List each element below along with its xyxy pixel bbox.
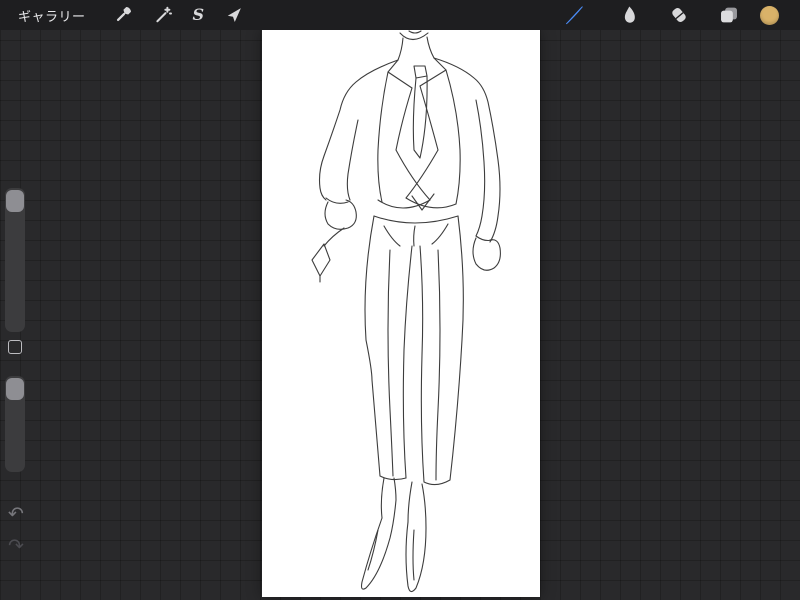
actions-button[interactable] [104,0,142,30]
suit-figure-sketch [311,30,501,593]
adjustments-button[interactable] [144,0,182,30]
brush-icon [566,6,583,25]
wrench-icon [116,6,131,22]
smudge-icon [624,6,635,23]
paint-tool-button[interactable] [553,0,595,30]
erase-tool-button[interactable] [659,0,699,30]
top-toolbar: ギャラリー S [0,0,800,30]
color-button[interactable] [751,0,788,30]
opacity-slider[interactable] [5,376,25,472]
undo-button[interactable]: ↶ [4,505,28,524]
redo-button[interactable]: ↷ [4,537,28,556]
transform-arrow-icon [227,8,241,22]
color-swatch [760,5,779,25]
smudge-tool-button[interactable] [609,0,649,30]
selection-s-icon: S [192,5,205,24]
brush-size-slider[interactable] [5,188,25,332]
toolbar-right-group [553,0,800,30]
selection-button[interactable]: S [184,0,214,30]
layers-button[interactable] [709,0,749,30]
layers-icon [721,7,737,23]
toolbar-left-group: ギャラリー S [0,0,253,30]
eraser-icon [672,7,686,23]
transform-button[interactable] [215,0,253,30]
procreate-app: ギャラリー S ↶ ↷ [0,0,800,600]
modify-button[interactable] [8,340,22,354]
opacity-slider-handle[interactable] [6,378,24,400]
drawing-canvas[interactable] [262,30,540,597]
gallery-button[interactable]: ギャラリー [14,0,104,30]
magic-wand-icon [155,6,172,23]
brush-size-slider-handle[interactable] [6,190,24,212]
